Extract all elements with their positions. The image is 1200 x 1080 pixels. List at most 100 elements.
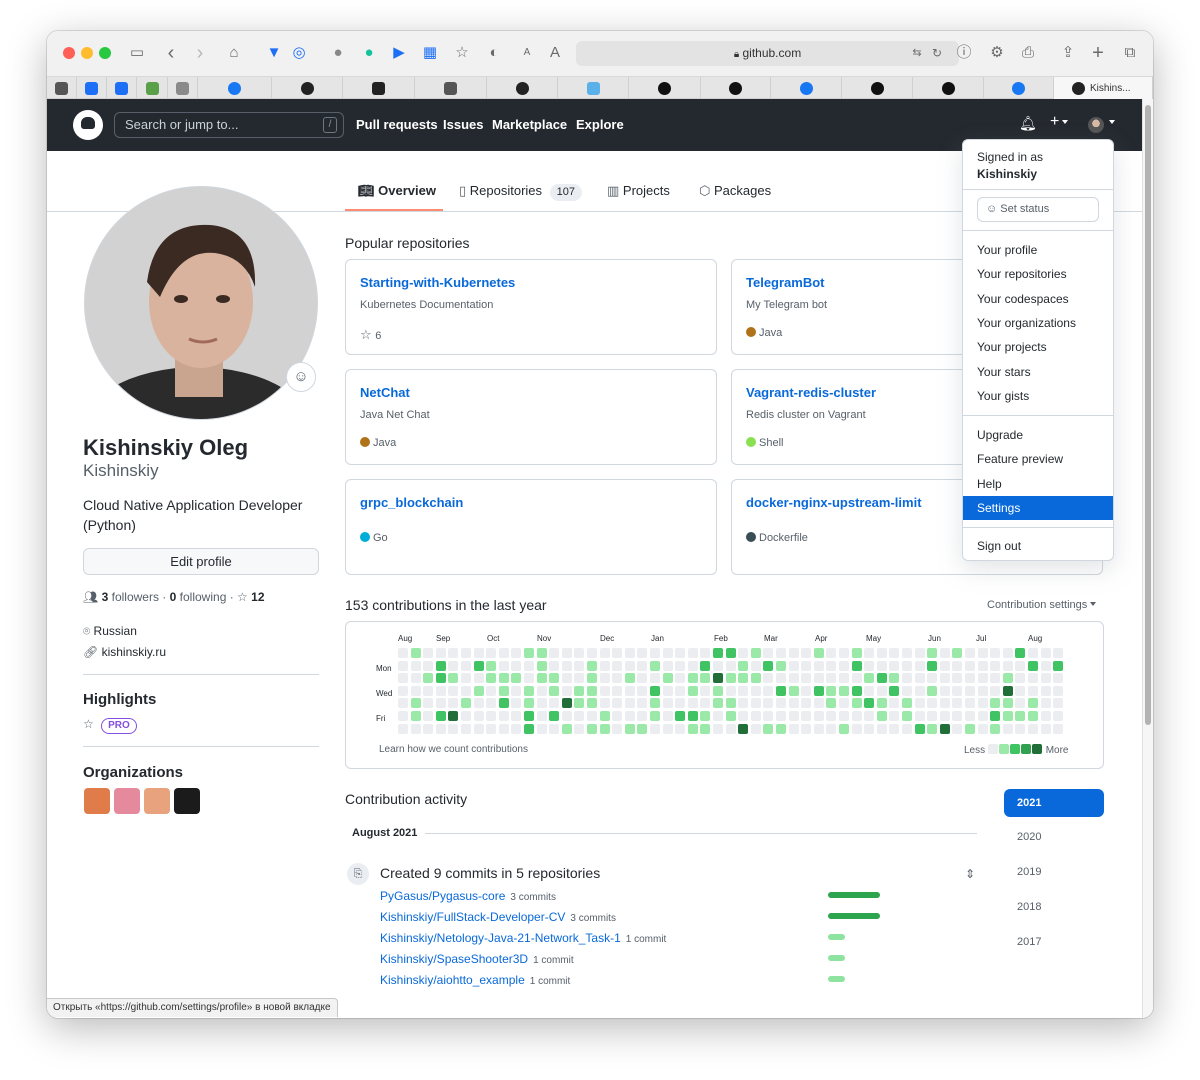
contribution-day-cell[interactable]	[965, 723, 975, 734]
contribution-day-cell[interactable]	[713, 698, 723, 709]
contribution-day-cell[interactable]	[839, 711, 849, 721]
contribution-day-cell[interactable]	[624, 660, 635, 671]
contribution-day-cell[interactable]	[448, 685, 459, 696]
contribution-day-cell[interactable]	[801, 711, 812, 721]
contribution-day-cell[interactable]	[977, 660, 988, 671]
contribution-day-cell[interactable]	[776, 698, 786, 709]
contribution-day-cell[interactable]	[687, 673, 698, 684]
contribution-day-cell[interactable]	[1028, 711, 1038, 721]
contribution-day-cell[interactable]	[738, 685, 749, 696]
contribution-day-cell[interactable]	[763, 685, 774, 696]
contribution-day-cell[interactable]	[574, 711, 585, 721]
contribution-day-cell[interactable]	[713, 685, 723, 696]
contribution-day-cell[interactable]	[561, 685, 572, 696]
contribution-day-cell[interactable]	[410, 685, 421, 696]
contribution-day-cell[interactable]	[599, 660, 610, 671]
contribution-day-cell[interactable]	[725, 723, 736, 734]
contribution-day-cell[interactable]	[725, 698, 736, 709]
contribution-day-cell[interactable]	[902, 673, 912, 684]
contribution-day-cell[interactable]	[511, 660, 522, 671]
contribution-day-cell[interactable]	[977, 685, 988, 696]
contribution-day-cell[interactable]	[801, 673, 812, 684]
year-button-2021[interactable]: 2021	[1004, 789, 1104, 817]
contribution-day-cell[interactable]	[990, 673, 1001, 684]
dropdown-sign-out[interactable]: Sign out	[963, 534, 1113, 558]
contribution-day-cell[interactable]	[826, 648, 837, 658]
repo-name-link[interactable]: Vagrant-redis-cluster	[746, 385, 876, 400]
contribution-day-cell[interactable]	[1002, 648, 1013, 658]
contribution-day-cell[interactable]	[952, 685, 963, 696]
contribution-day-cell[interactable]	[1040, 648, 1051, 658]
contribution-day-cell[interactable]	[423, 685, 434, 696]
contribution-day-cell[interactable]	[637, 711, 648, 721]
contribution-day-cell[interactable]	[1028, 660, 1038, 671]
contribution-day-cell[interactable]	[574, 660, 585, 671]
contribution-day-cell[interactable]	[1053, 698, 1064, 709]
repo-stars-count[interactable]: 6	[375, 330, 381, 342]
browser-tab[interactable]	[47, 77, 77, 99]
user-menu-caret-icon[interactable]	[1106, 113, 1115, 129]
contribution-day-cell[interactable]	[511, 673, 522, 684]
contribution-day-cell[interactable]	[435, 673, 446, 684]
contribution-day-cell[interactable]	[624, 711, 635, 721]
contribution-day-cell[interactable]	[599, 723, 610, 734]
contribution-day-cell[interactable]	[1040, 660, 1051, 671]
contribution-day-cell[interactable]	[675, 660, 686, 671]
contribution-settings-dropdown[interactable]: Contribution settings	[987, 599, 1097, 611]
sidebar-icon[interactable]: ▭	[127, 43, 147, 63]
contribution-day-cell[interactable]	[587, 698, 597, 709]
edit-profile-button[interactable]: Edit profile	[83, 548, 319, 575]
contribution-day-cell[interactable]	[1040, 685, 1051, 696]
contribution-day-cell[interactable]	[1040, 698, 1051, 709]
dropdown-item-upgrade[interactable]: Upgrade	[963, 423, 1113, 447]
contribution-day-cell[interactable]	[952, 723, 963, 734]
dropdown-item-your-projects[interactable]: Your projects	[963, 335, 1113, 359]
contribution-day-cell[interactable]	[813, 698, 824, 709]
browser-tab[interactable]	[343, 77, 415, 99]
contribution-day-cell[interactable]	[1015, 685, 1026, 696]
contribution-day-cell[interactable]	[1053, 711, 1064, 721]
contribution-day-cell[interactable]	[801, 648, 812, 658]
browser-tab[interactable]	[77, 77, 107, 99]
contribution-day-cell[interactable]	[549, 685, 560, 696]
contribution-day-cell[interactable]	[662, 711, 673, 721]
contribution-day-cell[interactable]	[461, 648, 471, 658]
contribution-day-cell[interactable]	[738, 711, 749, 721]
fold-icon[interactable]: ⇕	[965, 867, 975, 881]
contribution-day-cell[interactable]	[813, 660, 824, 671]
contribution-day-cell[interactable]	[473, 648, 484, 658]
contribution-day-cell[interactable]	[637, 673, 648, 684]
contribution-day-cell[interactable]	[587, 660, 597, 671]
profile-website-link[interactable]: kishinskiy.ru	[102, 645, 166, 659]
contribution-day-cell[interactable]	[612, 660, 623, 671]
contribution-day-cell[interactable]	[587, 673, 597, 684]
contribution-day-cell[interactable]	[889, 660, 900, 671]
contribution-day-cell[interactable]	[1015, 711, 1026, 721]
contribution-day-cell[interactable]	[851, 685, 862, 696]
contribution-day-cell[interactable]	[486, 648, 497, 658]
contribution-day-cell[interactable]	[977, 698, 988, 709]
contribution-day-cell[interactable]	[763, 660, 774, 671]
contribution-day-cell[interactable]	[914, 711, 925, 721]
contribution-day-cell[interactable]	[549, 711, 560, 721]
activity-repo-link[interactable]: PyGasus/Pygasus-core 3 commits	[380, 889, 556, 903]
contribution-day-cell[interactable]	[990, 698, 1001, 709]
contribution-day-cell[interactable]	[801, 660, 812, 671]
contribution-day-cell[interactable]	[876, 698, 887, 709]
dropdown-item-your-gists[interactable]: Your gists	[963, 384, 1113, 408]
contribution-day-cell[interactable]	[599, 711, 610, 721]
contribution-day-cell[interactable]	[612, 685, 623, 696]
browser-tab[interactable]	[168, 77, 198, 99]
shield-half-icon[interactable]: ◐	[484, 43, 504, 63]
contribution-day-cell[interactable]	[524, 660, 534, 671]
contribution-day-cell[interactable]	[700, 723, 711, 734]
contribution-day-cell[interactable]	[1015, 723, 1026, 734]
contribution-day-cell[interactable]	[624, 685, 635, 696]
contribution-day-cell[interactable]	[776, 723, 786, 734]
contribution-day-cell[interactable]	[410, 660, 421, 671]
tab-overview[interactable]: 📖︎ Overview	[358, 183, 436, 199]
contribution-day-cell[interactable]	[561, 711, 572, 721]
contribution-day-cell[interactable]	[486, 698, 497, 709]
contribution-day-cell[interactable]	[524, 685, 534, 696]
organization-avatar[interactable]	[174, 788, 200, 814]
